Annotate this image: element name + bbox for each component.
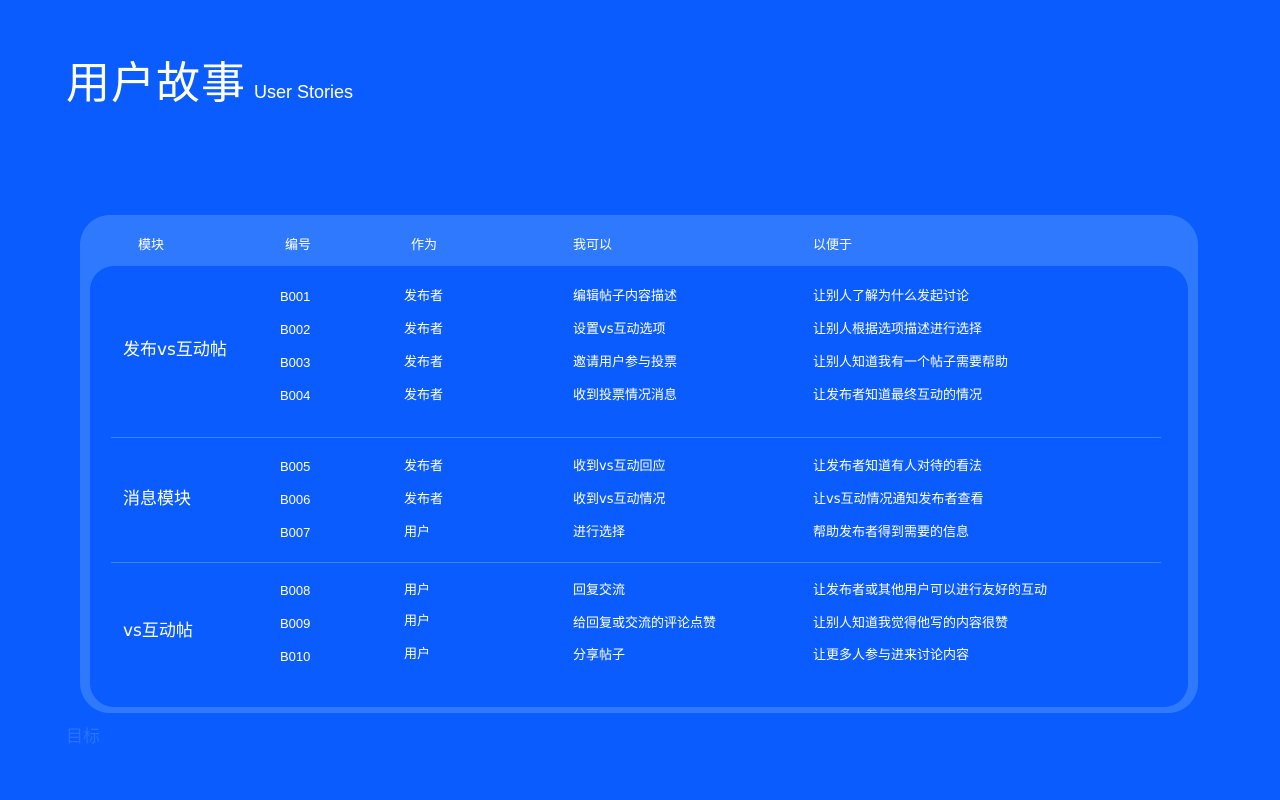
story-role: 发布者 (404, 492, 444, 507)
story-id: B003 (280, 355, 311, 370)
story-role: 发布者 (404, 355, 444, 370)
story-role: 发布者 (404, 289, 444, 304)
header-as: 作为 (411, 238, 438, 253)
story-action: 编辑帖子内容描述 (573, 289, 678, 304)
table-row: B008 用户 回复交流 让发布者或其他用户可以进行友好的互动 (0, 582, 1280, 600)
table-header: 模块 编号 作为 我可以 以便于 (0, 238, 1280, 254)
story-id: B002 (280, 322, 311, 337)
story-benefit: 让别人根据选项描述进行选择 (813, 322, 983, 337)
table-row: B006 发布者 收到vs互动情况 让vs互动情况通知发布者查看 (0, 491, 1280, 509)
story-role: 用户 (404, 614, 431, 629)
story-benefit: 让别人了解为什么发起讨论 (813, 289, 970, 304)
story-role: 用户 (404, 583, 431, 598)
table-row: B002 发布者 设置vs互动选项 让别人根据选项描述进行选择 (0, 321, 1280, 339)
story-benefit: 让发布者知道最终互动的情况 (813, 388, 983, 403)
story-benefit: 让更多人参与进来讨论内容 (813, 648, 970, 663)
story-id: B001 (280, 289, 311, 304)
story-benefit: 让vs互动情况通知发布者查看 (813, 492, 984, 507)
table-row: B010 用户 分享帖子 让更多人参与进来讨论内容 (0, 647, 1280, 666)
header-module: 模块 (138, 238, 165, 253)
slide: { "title": { "cn": "用户故事", "en": "User S… (0, 0, 1280, 800)
page-title-en: User Stories (254, 82, 354, 102)
story-role: 用户 (404, 647, 431, 662)
story-action: 给回复或交流的评论点赞 (573, 616, 717, 631)
page-title-cn: 用户故事 (66, 58, 246, 109)
story-role: 发布者 (404, 322, 444, 337)
header-id: 编号 (285, 238, 312, 253)
story-benefit: 让别人知道我觉得他写的内容很赞 (813, 616, 1009, 631)
table-row: B003 发布者 邀请用户参与投票 让别人知道我有一个帖子需要帮助 (0, 354, 1280, 372)
story-id: B010 (280, 649, 311, 664)
story-id: B005 (280, 459, 311, 474)
group-divider (111, 437, 1161, 438)
table-row: B001 发布者 编辑帖子内容描述 让别人了解为什么发起讨论 (0, 288, 1280, 306)
table-row: B005 发布者 收到vs互动回应 让发布者知道有人对待的看法 (0, 458, 1280, 476)
table-row: B004 发布者 收到投票情况消息 让发布者知道最终互动的情况 (0, 387, 1280, 405)
story-action: 收到vs互动情况 (573, 492, 666, 507)
story-action: 收到vs互动回应 (573, 459, 666, 474)
story-id: B006 (280, 492, 311, 507)
table-row: B009 用户 给回复或交流的评论点赞 让别人知道我觉得他写的内容很赞 (0, 614, 1280, 633)
header-can: 我可以 (573, 238, 613, 253)
story-id: B009 (280, 616, 311, 631)
story-action: 回复交流 (573, 583, 626, 598)
story-action: 邀请用户参与投票 (573, 355, 678, 370)
story-role: 发布者 (404, 388, 444, 403)
story-action: 设置vs互动选项 (573, 322, 666, 337)
story-benefit: 帮助发布者得到需要的信息 (813, 525, 970, 540)
story-benefit: 让发布者或其他用户可以进行友好的互动 (813, 583, 1048, 598)
story-id: B004 (280, 388, 311, 403)
story-benefit: 让发布者知道有人对待的看法 (813, 459, 983, 474)
story-benefit: 让别人知道我有一个帖子需要帮助 (813, 355, 1009, 370)
story-role: 发布者 (404, 459, 444, 474)
story-action: 分享帖子 (573, 648, 626, 663)
table-row: B007 用户 进行选择 帮助发布者得到需要的信息 (0, 524, 1280, 542)
story-id: B008 (280, 583, 311, 598)
page-title: 用户故事 User Stories (66, 58, 353, 110)
story-action: 进行选择 (573, 525, 626, 540)
story-id: B007 (280, 525, 311, 540)
story-role: 用户 (404, 525, 431, 540)
story-action: 收到投票情况消息 (573, 388, 678, 403)
group-divider (111, 562, 1161, 563)
header-so-that: 以便于 (813, 238, 853, 253)
faded-section-label: 目标 (66, 727, 100, 747)
